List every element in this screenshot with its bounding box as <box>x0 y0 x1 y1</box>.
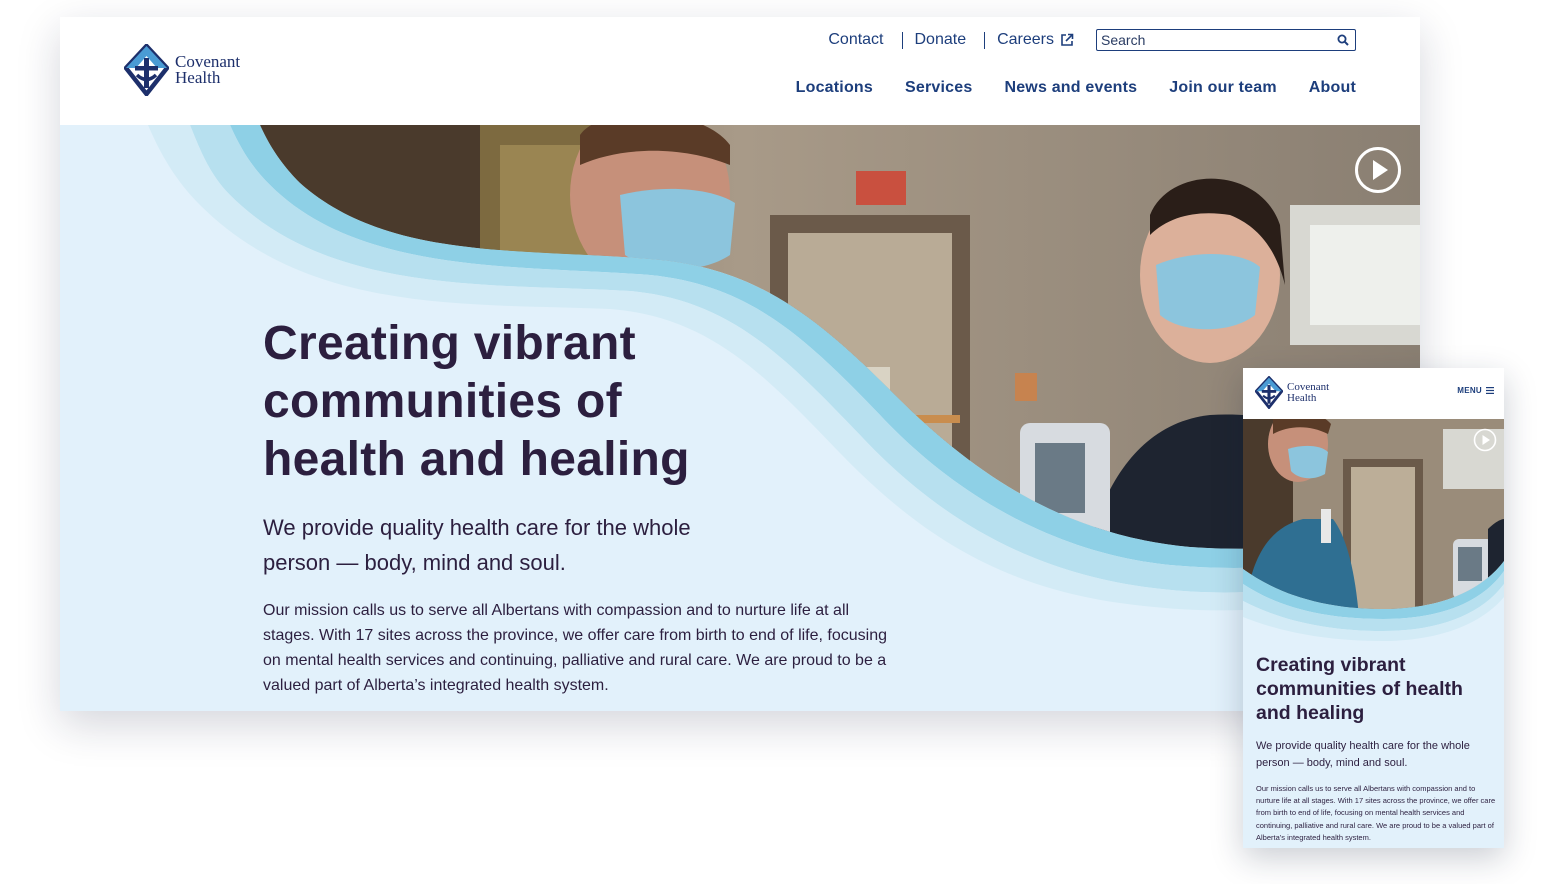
mobile-header: Covenant Health MENU <box>1243 368 1504 419</box>
careers-label: Careers <box>997 31 1054 48</box>
desktop-preview: Covenant Health Contact Donate Careers S… <box>60 17 1420 711</box>
mobile-hero-body: Our mission calls us to serve all Albert… <box>1256 784 1496 842</box>
mobile-menu-button[interactable]: MENU <box>1457 386 1494 395</box>
site-logo[interactable]: Covenant Health <box>124 44 240 96</box>
search-input[interactable] <box>1101 32 1321 48</box>
hero-section: Creating vibrant communities of health a… <box>60 125 1420 711</box>
mobile-site-logo[interactable]: Covenant Health <box>1255 376 1329 409</box>
play-circle-icon[interactable] <box>1354 146 1402 194</box>
nav-news-and-events[interactable]: News and events <box>1004 79 1137 97</box>
divider <box>984 31 986 49</box>
mobile-hero-title: Creating vibrant communities of health a… <box>1256 654 1463 724</box>
mobile-preview: Covenant Health MENU Creating vibrant co… <box>1243 368 1504 848</box>
play-circle-icon[interactable] <box>1473 428 1497 452</box>
site-header: Covenant Health Contact Donate Careers S… <box>60 17 1420 125</box>
logo-line-2: Health <box>175 68 221 87</box>
careers-link[interactable]: Careers <box>997 31 1074 49</box>
logo-line-1: Covenant <box>1287 381 1330 394</box>
nav-about[interactable]: About <box>1309 79 1356 97</box>
utility-nav: Contact Donate Careers <box>828 29 1356 51</box>
search-icon[interactable] <box>1337 34 1349 46</box>
nav-join-our-team[interactable]: Join our team <box>1169 79 1277 97</box>
main-nav: Locations Services News and events Join … <box>796 79 1356 97</box>
logo-wordmark: Covenant Health <box>1287 381 1330 404</box>
hero-title: Creating vibrant communities of health a… <box>263 317 690 486</box>
hamburger-icon <box>1486 387 1494 394</box>
nav-locations[interactable]: Locations <box>796 79 873 97</box>
donate-link[interactable]: Donate <box>915 31 967 49</box>
covenant-cross-logo-icon <box>124 44 169 96</box>
hero-body: Our mission calls us to serve all Albert… <box>263 602 887 694</box>
external-link-icon <box>1061 33 1074 46</box>
menu-label: MENU <box>1457 386 1482 395</box>
logo-line-2: Health <box>1287 391 1317 404</box>
mobile-hero-video-still <box>1243 419 1504 641</box>
search-box <box>1096 29 1356 51</box>
mobile-hero-subtitle: We provide quality health care for the w… <box>1256 740 1470 769</box>
contact-link[interactable]: Contact <box>828 31 883 49</box>
divider <box>901 31 903 49</box>
hero-subtitle: We provide quality health care for the w… <box>263 515 691 575</box>
nav-services[interactable]: Services <box>905 79 972 97</box>
covenant-cross-logo-icon <box>1255 376 1283 409</box>
logo-wordmark: Covenant Health <box>175 53 240 87</box>
